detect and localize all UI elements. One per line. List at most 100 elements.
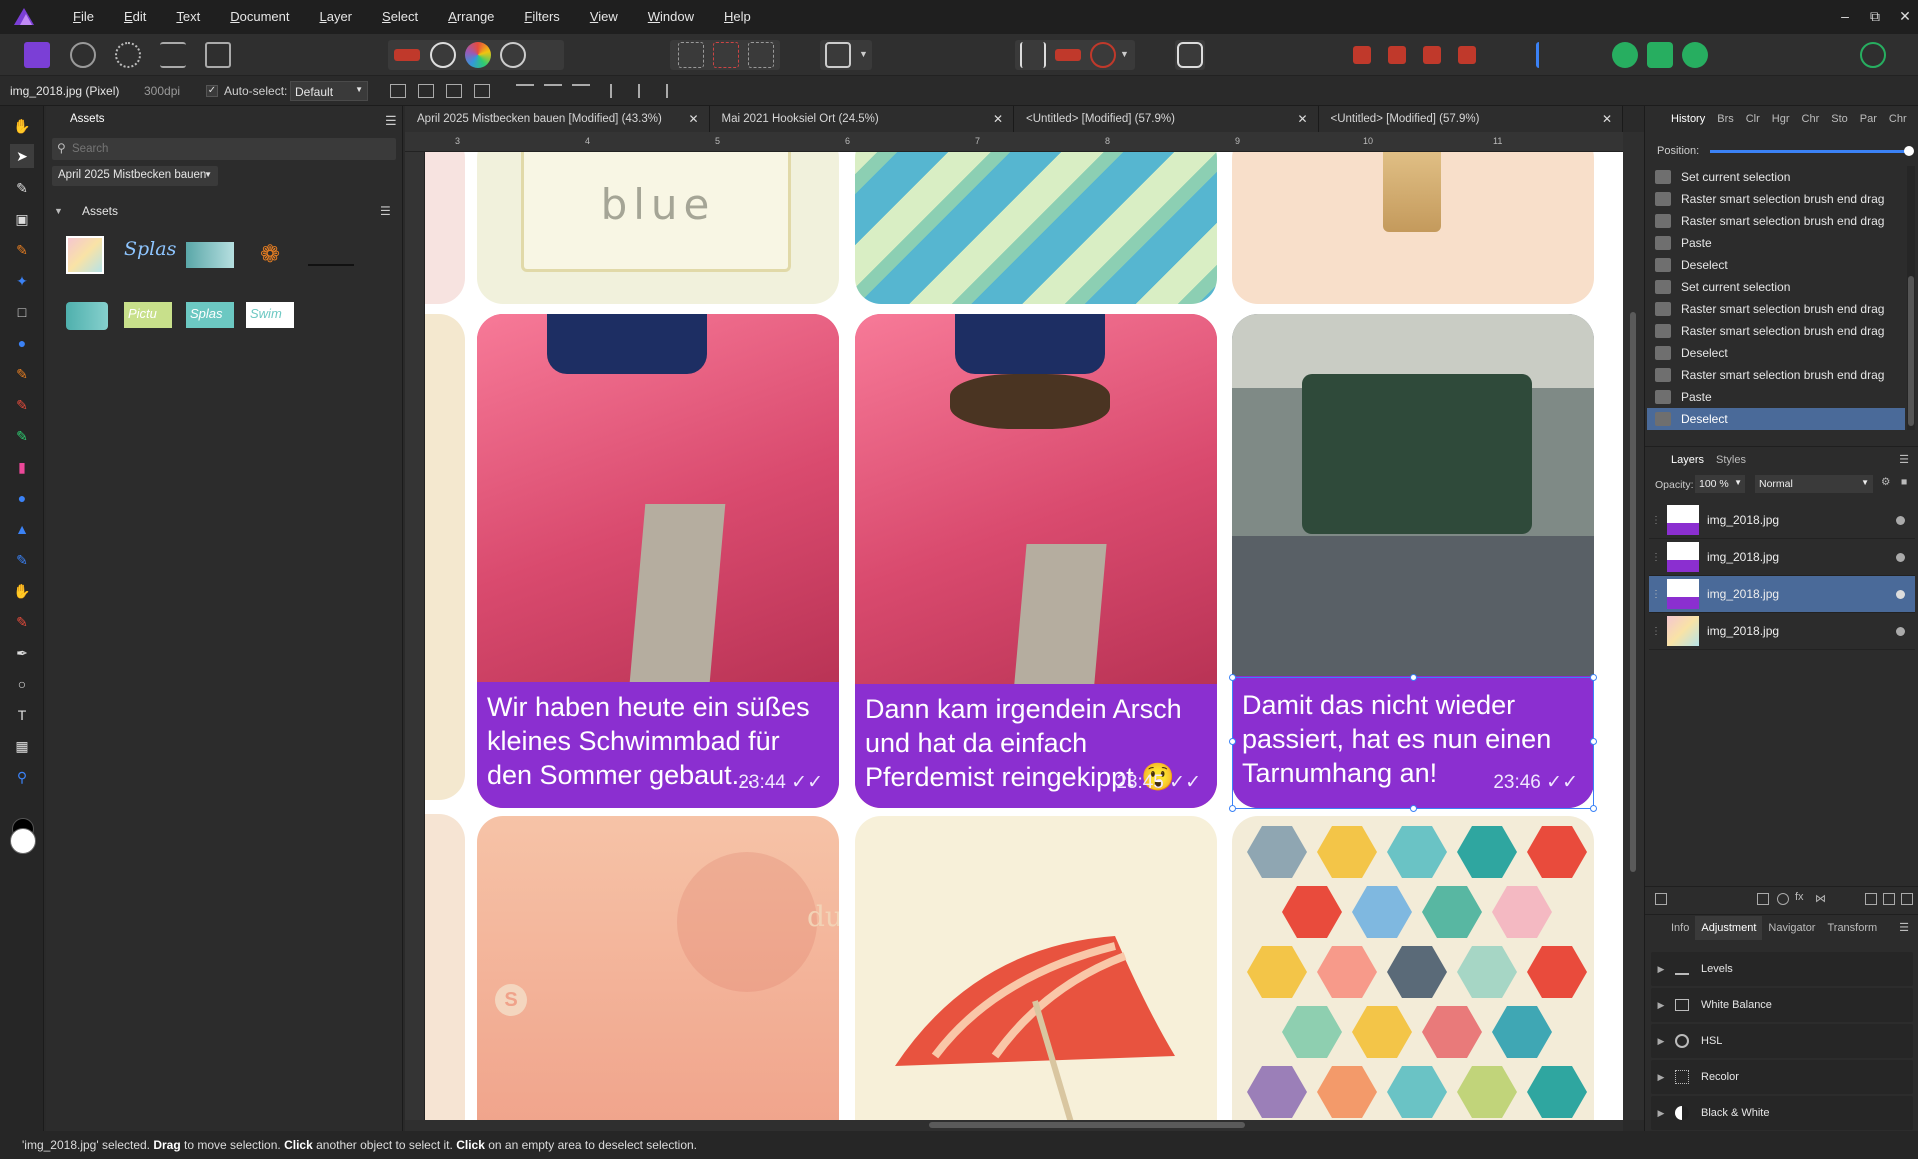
live-filter-icon[interactable]: ⋈ bbox=[1815, 892, 1826, 905]
history-item[interactable]: Set current selection bbox=[1647, 166, 1905, 188]
boolean-intersect-icon[interactable] bbox=[1682, 42, 1708, 68]
close-window-icon[interactable]: ✕ bbox=[1890, 0, 1918, 34]
erase-brush-icon[interactable]: ▮ bbox=[10, 455, 34, 479]
drag-handle-icon[interactable]: ⋮ bbox=[1649, 552, 1663, 563]
menu-select[interactable]: Select bbox=[367, 0, 433, 34]
align-middle-icon[interactable] bbox=[638, 84, 656, 98]
document-page[interactable]: blue Wir haben heute ein süßes kleines S… bbox=[425, 152, 1623, 1120]
account-icon[interactable] bbox=[1860, 42, 1886, 68]
asset-thumbnail-splash-word[interactable]: Splas bbox=[124, 238, 176, 272]
chevron-down-icon[interactable]: ▼ bbox=[54, 206, 63, 216]
restore-icon[interactable]: ⧉ bbox=[1860, 0, 1890, 34]
drag-handle-icon[interactable]: ⋮ bbox=[1649, 626, 1663, 637]
history-item[interactable]: Paste bbox=[1647, 232, 1905, 254]
panel-menu-icon[interactable]: ☰ bbox=[1913, 113, 1918, 126]
tab-history[interactable]: History bbox=[1665, 113, 1711, 125]
close-icon[interactable]: ✕ bbox=[1297, 112, 1307, 126]
arrange-backward-icon[interactable] bbox=[1388, 46, 1406, 64]
tab-layers[interactable]: Layers bbox=[1665, 454, 1710, 466]
marquee-tool-icon[interactable]: □ bbox=[10, 300, 34, 324]
deselect-icon[interactable] bbox=[713, 42, 739, 68]
primary-color-swatch[interactable] bbox=[10, 828, 36, 854]
slider-handle[interactable] bbox=[1904, 146, 1914, 156]
vertical-scrollbar[interactable] bbox=[1623, 132, 1644, 1120]
tab-paragraph[interactable]: Par bbox=[1854, 113, 1883, 125]
asset-thumbnail[interactable]: Splas bbox=[186, 302, 234, 328]
asset-thumbnail[interactable]: Pictu bbox=[124, 302, 172, 328]
history-item[interactable]: Raster smart selection brush end drag bbox=[1647, 320, 1905, 342]
paint-brush-icon[interactable]: ✎ bbox=[10, 362, 34, 386]
flood-select-icon[interactable]: ✦ bbox=[10, 269, 34, 293]
mesh-warp-icon[interactable]: ▦ bbox=[10, 734, 34, 758]
blend-mode-dropdown[interactable]: Normal ▼ bbox=[1755, 475, 1873, 493]
tab-brushes[interactable]: Brs bbox=[1711, 113, 1740, 125]
drag-handle-icon[interactable]: ⋮ bbox=[1649, 515, 1663, 526]
history-item[interactable]: Raster smart selection brush end drag bbox=[1647, 188, 1905, 210]
selection-bounding-box[interactable] bbox=[1229, 674, 1597, 812]
panel-menu-icon[interactable]: ☰ bbox=[1893, 921, 1918, 934]
tab-mai-2021[interactable]: Mai 2021 Hooksiel Ort (24.5%) ✕ bbox=[709, 106, 1014, 132]
butterfly-asset-icon[interactable]: ❁ bbox=[248, 240, 292, 270]
tab-april-2025[interactable]: April 2025 Mistbecken bauen [Modified] (… bbox=[405, 106, 710, 132]
align-icon[interactable] bbox=[1536, 42, 1562, 68]
adjustment-recolor[interactable]: ▶ Recolor bbox=[1651, 1060, 1913, 1094]
align-top-icon[interactable] bbox=[610, 84, 628, 98]
lock-icon[interactable]: ■ bbox=[1901, 476, 1907, 488]
move-tool-icon[interactable]: ➤ bbox=[10, 144, 34, 168]
close-icon[interactable]: ✕ bbox=[993, 112, 1003, 126]
transform-origin-icon[interactable] bbox=[390, 84, 406, 98]
tab-navigator[interactable]: Navigator bbox=[1762, 922, 1821, 934]
history-item[interactable]: Set current selection bbox=[1647, 276, 1905, 298]
adjustment-levels[interactable]: ▶ Levels bbox=[1651, 952, 1913, 986]
asset-thumbnail[interactable] bbox=[186, 242, 234, 268]
trash-icon[interactable] bbox=[1901, 893, 1913, 905]
menu-text[interactable]: Text bbox=[161, 0, 215, 34]
asset-thumbnail[interactable] bbox=[66, 302, 108, 330]
mask-icon[interactable] bbox=[1757, 893, 1769, 905]
visibility-icon[interactable] bbox=[1896, 552, 1905, 562]
menu-layer[interactable]: Layer bbox=[304, 0, 367, 34]
snapping-icon[interactable] bbox=[1020, 42, 1046, 68]
menu-filters[interactable]: Filters bbox=[509, 0, 574, 34]
adjustment-white-balance[interactable]: ▶ White Balance bbox=[1651, 988, 1913, 1022]
pen-tool-icon[interactable]: ✒ bbox=[10, 641, 34, 665]
layer-copy-icon[interactable] bbox=[1655, 893, 1667, 905]
selection-brush-icon[interactable]: ✎ bbox=[10, 238, 34, 262]
crop-tool-icon[interactable]: ▣ bbox=[10, 207, 34, 231]
tab-untitled-1[interactable]: <Untitled> [Modified] (57.9%) ✕ bbox=[1014, 106, 1319, 132]
tone-mapping-persona-icon[interactable] bbox=[160, 42, 186, 68]
horizontal-scrollbar[interactable] bbox=[405, 1120, 1623, 1131]
clone-brush-icon[interactable]: ▲ bbox=[10, 517, 34, 541]
invert-selection-icon[interactable] bbox=[748, 42, 774, 68]
tab-adjustment[interactable]: Adjustment bbox=[1695, 915, 1763, 940]
tab-stock[interactable]: Sto bbox=[1825, 113, 1854, 125]
fx-icon[interactable]: fx bbox=[1795, 891, 1804, 903]
boolean-add-icon[interactable] bbox=[1612, 42, 1638, 68]
adjustment-hsl[interactable]: ▶ HSL bbox=[1651, 1024, 1913, 1058]
autoselect-dropdown[interactable]: Default ▼ bbox=[290, 81, 368, 101]
menu-view[interactable]: View bbox=[575, 0, 633, 34]
assets-search[interactable]: ⚲ bbox=[52, 138, 396, 160]
white-balance-quick-icon[interactable] bbox=[430, 42, 456, 68]
tab-transform[interactable]: Transform bbox=[1821, 922, 1883, 934]
align-right-icon[interactable] bbox=[572, 84, 590, 98]
blur-brush-icon[interactable]: ✎ bbox=[10, 548, 34, 572]
color-picker-icon[interactable]: ✎ bbox=[10, 176, 34, 200]
asset-thumbnail[interactable] bbox=[66, 236, 104, 274]
quick-mask-icon[interactable] bbox=[825, 42, 851, 68]
align-bottom-icon[interactable] bbox=[666, 84, 684, 98]
tab-info[interactable]: Info bbox=[1665, 922, 1695, 934]
history-item[interactable]: Raster smart selection brush end drag bbox=[1647, 210, 1905, 232]
grid-icon[interactable] bbox=[474, 84, 490, 98]
assets-category-dropdown[interactable]: April 2025 Mistbecken bauen ▼ bbox=[52, 166, 218, 186]
menu-window[interactable]: Window bbox=[633, 0, 709, 34]
liquify-persona-icon[interactable] bbox=[70, 42, 96, 68]
assistant-robot-icon[interactable] bbox=[1177, 42, 1203, 68]
layer-row[interactable]: ⋮ img_2018.jpg bbox=[1649, 502, 1915, 539]
history-item[interactable]: Raster smart selection brush end drag bbox=[1647, 298, 1905, 320]
menu-edit[interactable]: Edit bbox=[109, 0, 161, 34]
boolean-subtract-icon[interactable] bbox=[1647, 42, 1673, 68]
section-menu-icon[interactable]: ☰ bbox=[380, 204, 391, 218]
autoselect-checkbox[interactable]: ✓ bbox=[206, 85, 218, 97]
search-input[interactable] bbox=[72, 140, 390, 158]
